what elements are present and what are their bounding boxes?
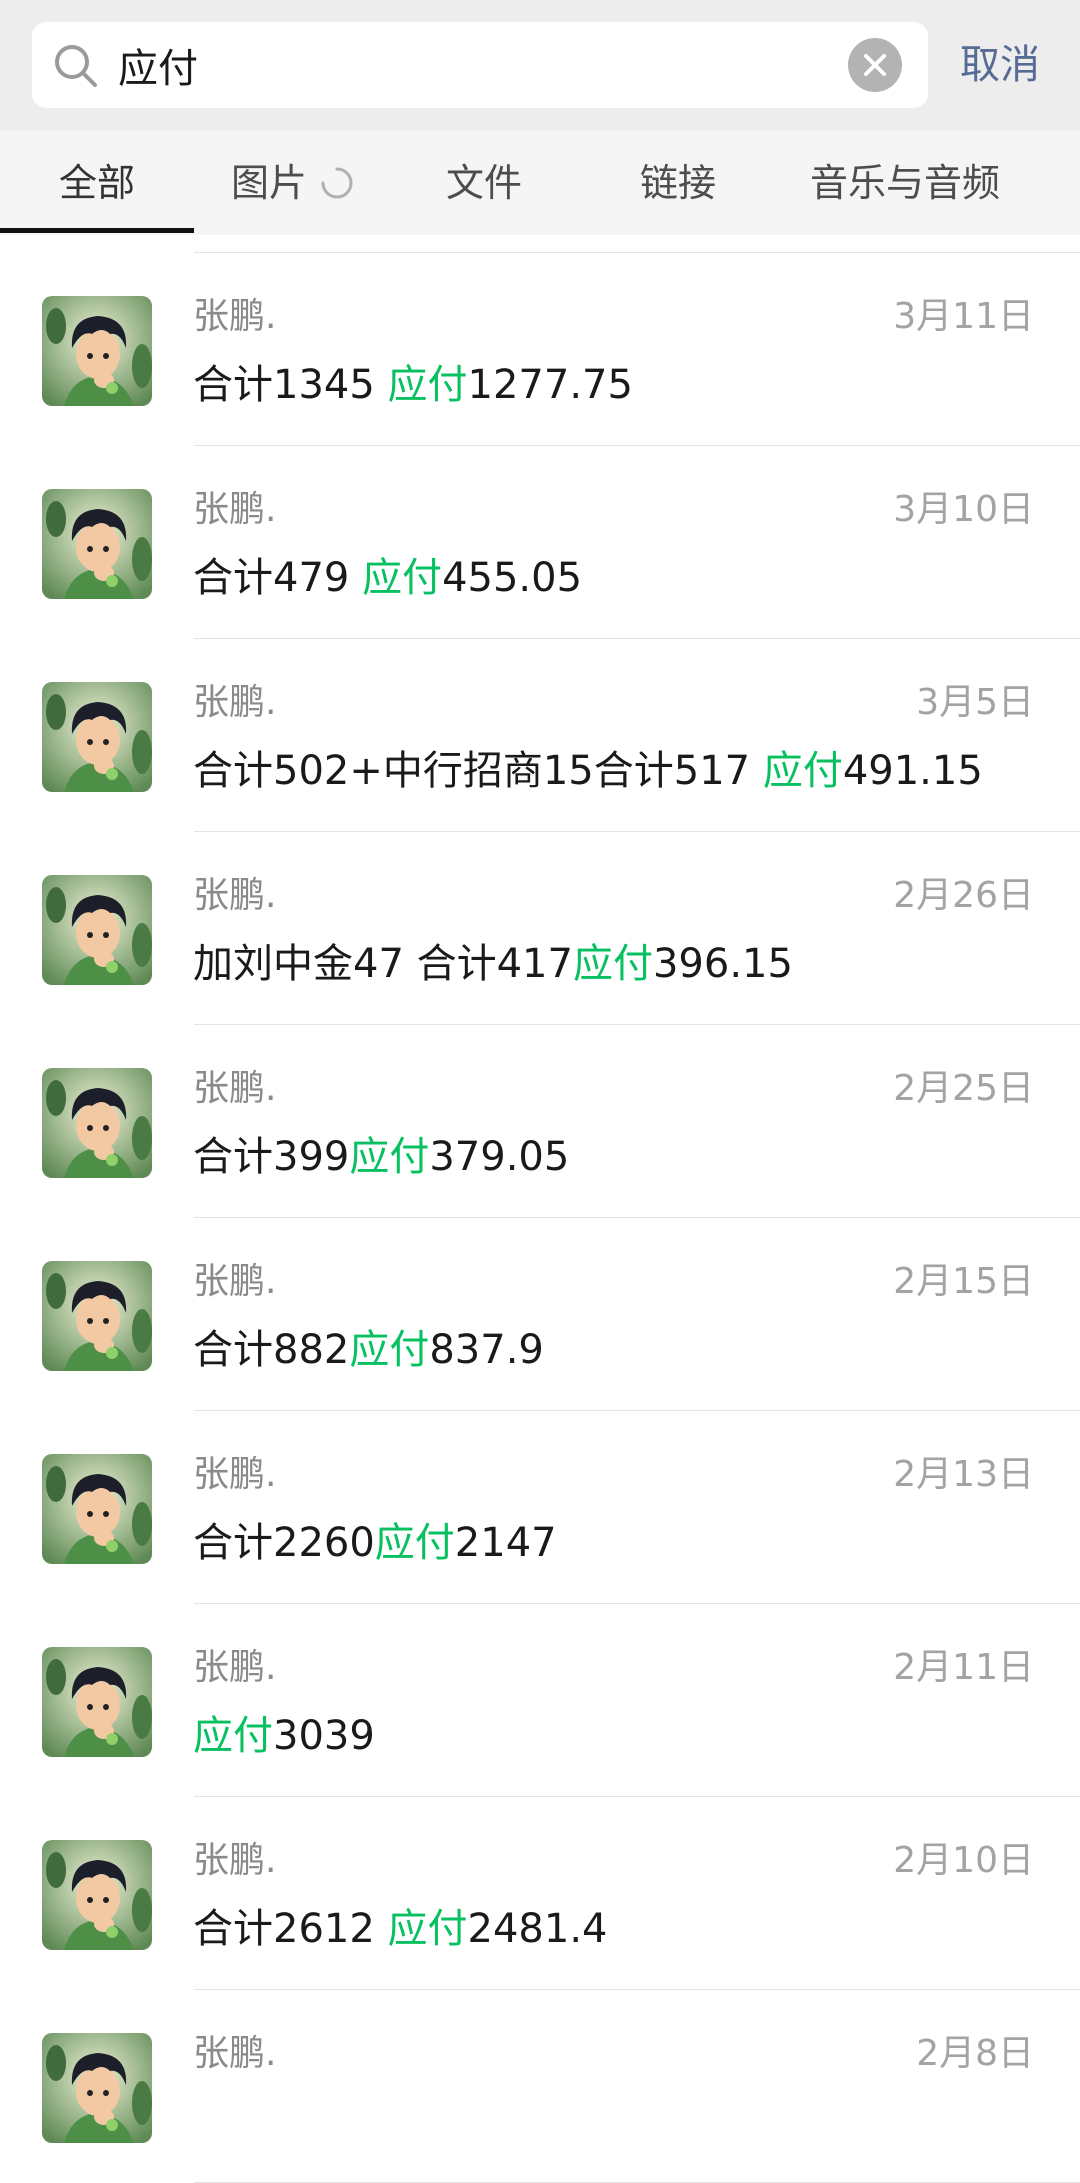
message-text-after: 2481.4 [467,1906,608,1952]
message-preview: 合计479 应付455.05 [193,552,582,604]
sender-name: 张鹏. [193,296,277,337]
cancel-button[interactable]: 取消 [960,40,1040,90]
highlighted-keyword: 应付 [362,555,443,601]
message-text-after: 1277.75 [467,362,633,408]
highlighted-keyword: 应付 [387,1906,468,1952]
list-item[interactable]: 张鹏. 2月8日 [0,1990,1080,2183]
message-text-after: 2147 [454,1520,557,1566]
message-date: 3月10日 [893,489,1034,530]
sender-name: 张鹏. [193,1647,277,1688]
sender-name: 张鹏. [193,1068,277,1109]
search-icon [55,45,97,87]
message-date: 2月13日 [893,1454,1034,1495]
highlighted-keyword: 应付 [349,1134,430,1180]
highlighted-keyword: 应付 [349,1327,430,1373]
message-text-before: 合计399 [193,1134,350,1180]
message-date: 2月11日 [893,1647,1034,1688]
highlighted-keyword: 应付 [193,1713,273,1759]
message-date: 2月8日 [916,2033,1034,2074]
avatar[interactable] [42,296,152,406]
search-box[interactable] [32,22,928,108]
message-text-before: 合计2260 [193,1520,375,1566]
tab-files[interactable]: 文件 [404,131,564,235]
message-date: 3月11日 [893,296,1034,337]
message-text-before: 合计479 [193,555,363,601]
avatar[interactable] [42,682,152,792]
list-item[interactable]: 张鹏. 2月25日合计399应付379.05 [0,1025,1080,1218]
highlighted-keyword: 应付 [374,1520,455,1566]
message-preview: 合计502+中行招商15合计517 应付491.15 [193,745,983,797]
message-preview: 合计2612 应付2481.4 [193,1903,607,1955]
message-preview: 加刘中金47 合计417应付396.15 [193,938,793,990]
sender-name: 张鹏. [193,2033,277,2074]
message-date: 3月5日 [916,682,1034,723]
sender-name: 张鹏. [193,1261,277,1302]
search-input[interactable] [118,22,858,108]
list-item[interactable]: 张鹏. 3月5日合计502+中行招商15合计517 应付491.15 [0,639,1080,832]
message-text-before: 加刘中金47 合计417 [193,941,573,987]
list-item[interactable]: 张鹏. 3月11日合计1345 应付1277.75 [0,253,1080,446]
active-tab-indicator [0,228,194,233]
highlighted-keyword: 应付 [572,941,653,987]
message-preview: 合计2260应付2147 [193,1517,557,1569]
avatar[interactable] [42,1261,152,1371]
search-header: 取消 [0,0,1080,131]
avatar[interactable] [42,489,152,599]
list-item[interactable]: 张鹏. 2月15日合计882应付837.9 [0,1218,1080,1411]
message-date: 2月26日 [893,875,1034,916]
message-text-before: 合计502+中行招商15合计517 [193,748,763,794]
message-date: 2月15日 [893,1261,1034,1302]
sender-name: 张鹏. [193,1840,277,1881]
highlighted-keyword: 应付 [387,362,468,408]
avatar[interactable] [42,875,152,985]
highlighted-keyword: 应付 [762,748,843,794]
message-preview: 合计882应付837.9 [193,1324,544,1376]
tab-all[interactable]: 全部 [0,131,194,235]
close-icon [864,54,886,76]
message-text-before: 合计2612 [193,1906,388,1952]
sender-name: 张鹏. [193,875,277,916]
message-text-after: 491.15 [842,748,983,794]
clear-search-button[interactable] [848,38,902,92]
message-text-after: 3039 [273,1713,375,1759]
list-item[interactable]: 张鹏. 2月11日应付3039 [0,1604,1080,1797]
avatar[interactable] [42,1454,152,1564]
message-preview: 合计1345 应付1277.75 [193,359,633,411]
list-item[interactable]: 张鹏. 2月26日加刘中金47 合计417应付396.15 [0,832,1080,1025]
message-text-before: 合计1345 [193,362,388,408]
avatar[interactable] [42,1068,152,1178]
list-item[interactable]: 张鹏. 3月10日合计479 应付455.05 [0,446,1080,639]
list-item[interactable]: 张鹏. 2月10日合计2612 应付2481.4 [0,1797,1080,1990]
message-text-after: 837.9 [429,1327,544,1373]
sender-name: 张鹏. [193,682,277,723]
avatar[interactable] [42,1647,152,1757]
tab-music-audio[interactable]: 音乐与音频 [790,131,1020,235]
message-text-after: 455.05 [442,555,583,601]
message-preview: 应付3039 [193,1710,375,1762]
message-date: 2月10日 [893,1840,1034,1881]
message-preview: 合计399应付379.05 [193,1131,569,1183]
loading-spinner-icon [321,167,353,199]
sender-name: 张鹏. [193,1454,277,1495]
message-text-after: 396.15 [652,941,793,987]
avatar[interactable] [42,2033,152,2143]
filter-tabs: 全部 图片 文件 链接 音乐与音频 [0,131,1080,235]
message-date: 2月25日 [893,1068,1034,1109]
tab-links[interactable]: 链接 [598,131,758,235]
message-text-before: 合计882 [193,1327,350,1373]
list-item[interactable]: 张鹏. 2月13日合计2260应付2147 [0,1411,1080,1604]
sender-name: 张鹏. [193,489,277,530]
avatar[interactable] [42,1840,152,1950]
message-text-after: 379.05 [429,1134,570,1180]
